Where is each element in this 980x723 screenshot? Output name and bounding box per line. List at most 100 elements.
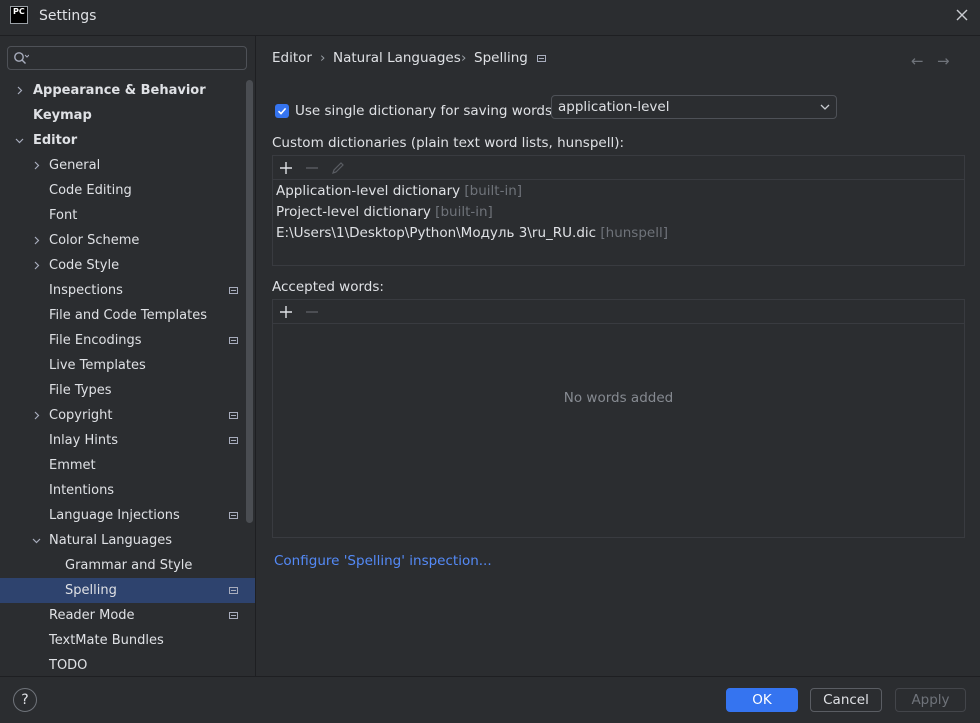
sidebar-item-language-injections[interactable]: Language Injections [0,503,255,528]
list-item[interactable]: Application-level dictionary [built-in] [276,183,522,199]
sidebar-item-label: Appearance & Behavior [33,83,206,98]
sidebar-item-live-templates[interactable]: Live Templates [0,353,255,378]
sidebar-item-label: Code Style [49,258,120,273]
chevron-right-icon[interactable] [32,261,41,270]
sidebar-item-label: Editor [33,133,78,148]
sidebar-item-label: TODO [49,658,88,673]
sidebar-item-todo[interactable]: TODO [0,653,255,676]
settings-search[interactable] [7,46,247,70]
window-title: Settings [39,8,97,24]
sidebar-item-label: Code Editing [49,183,132,198]
sidebar-item-general[interactable]: General [0,153,255,178]
list-item[interactable]: E:\Users\1\Desktop\Python\Модуль 3\ru_RU… [276,225,668,241]
sidebar-item-copyright[interactable]: Copyright [0,403,255,428]
breadcrumb-spelling: Spelling [474,50,528,66]
project-level-icon [229,412,238,419]
settings-tree: Appearance & Behavior Keymap Editor General… [0,78,255,676]
sidebar-item-file-types[interactable]: File Types [0,378,255,403]
accepted-words-label: Accepted words: [272,279,384,295]
sidebar-item-label: Live Templates [49,358,146,373]
sidebar-item-spelling[interactable]: Spelling [0,578,255,603]
accepted-words-panel: No words added [272,299,965,538]
checkmark-icon [277,107,287,115]
forward-arrow-icon[interactable]: → [937,52,950,70]
sidebar-item-grammar-and-style[interactable]: Grammar and Style [0,553,255,578]
breadcrumb-editor[interactable]: Editor [272,50,312,66]
dictionary-level-value: application-level [558,99,670,115]
sidebar-item-label: Natural Languages [49,533,173,548]
breadcrumb-separator: › [461,50,467,66]
apply-button[interactable]: Apply [895,688,966,712]
project-level-icon [229,512,238,519]
chevron-down-icon[interactable] [15,136,24,145]
footer-divider [0,676,980,677]
custom-dictionaries-toolbar [273,156,964,180]
sidebar-item-inspections[interactable]: Inspections [0,278,255,303]
sidebar-item-natural-languages[interactable]: Natural Languages [0,528,255,553]
sidebar-item-emmet[interactable]: Emmet [0,453,255,478]
sidebar-item-inlay-hints[interactable]: Inlay Hints [0,428,255,453]
add-icon[interactable] [278,160,294,176]
project-level-icon [229,437,238,444]
sidebar-item-label: Color Scheme [49,233,140,248]
sidebar-item-label: Keymap [33,108,92,123]
sidebar-item-file-encodings[interactable]: File Encodings [0,328,255,353]
edit-icon[interactable] [330,160,346,176]
sidebar-divider [255,36,256,676]
breadcrumb-separator: › [320,50,326,66]
chevron-down-icon[interactable] [32,536,41,545]
sidebar-item-appearance-behavior[interactable]: Appearance & Behavior [0,78,255,103]
back-arrow-icon[interactable]: ← [911,52,924,70]
remove-icon[interactable] [304,160,320,176]
sidebar-item-label: General [49,158,101,173]
search-icon [14,52,29,64]
custom-dictionaries-label: Custom dictionaries (plain text word lis… [272,135,625,151]
sidebar-item-keymap[interactable]: Keymap [0,103,255,128]
breadcrumb-natural-languages[interactable]: Natural Languages [333,50,461,66]
sidebar-item-label: Language Injections [49,508,180,523]
project-level-icon [229,337,238,344]
sidebar-item-label: Grammar and Style [65,558,193,573]
dictionary-level-select[interactable]: application-level [551,95,837,119]
sidebar-item-code-editing[interactable]: Code Editing [0,178,255,203]
pycharm-logo-icon: PC [10,6,28,24]
remove-icon[interactable] [304,304,320,320]
sidebar-item-label: File Encodings [49,333,142,348]
empty-state-text: No words added [563,390,674,406]
single-dictionary-label[interactable]: Use single dictionary for saving words: [295,103,557,119]
sidebar-scrollbar[interactable] [246,80,253,523]
chevron-right-icon[interactable] [32,236,41,245]
sidebar-item-label: Spelling [65,583,117,598]
list-item[interactable]: Project-level dictionary [built-in] [276,204,493,220]
cancel-button[interactable]: Cancel [810,688,882,712]
chevron-right-icon[interactable] [32,411,41,420]
sidebar-item-editor[interactable]: Editor [0,128,255,153]
sidebar-item-label: Inspections [49,283,123,298]
project-level-icon [229,612,238,619]
sidebar-item-color-scheme[interactable]: Color Scheme [0,228,255,253]
ok-button[interactable]: OK [726,688,798,712]
project-level-icon [537,55,546,62]
custom-dictionaries-panel: Application-level dictionary [built-in] … [272,155,965,266]
sidebar-item-label: File Types [49,383,112,398]
configure-inspection-link[interactable]: Configure 'Spelling' inspection... [274,553,492,569]
sidebar-item-label: Reader Mode [49,608,135,623]
project-level-icon [229,587,238,594]
sidebar-item-textmate-bundles[interactable]: TextMate Bundles [0,628,255,653]
chevron-right-icon[interactable] [15,86,24,95]
search-input[interactable] [34,49,239,67]
help-button[interactable]: ? [13,688,37,712]
sidebar-item-label: TextMate Bundles [49,633,164,648]
sidebar-item-code-style[interactable]: Code Style [0,253,255,278]
single-dictionary-checkbox[interactable] [275,104,289,118]
sidebar-item-reader-mode[interactable]: Reader Mode [0,603,255,628]
chevron-right-icon[interactable] [32,161,41,170]
title-bar: PC Settings [0,0,980,34]
add-icon[interactable] [278,304,294,320]
close-icon[interactable] [952,5,972,25]
sidebar-item-font[interactable]: Font [0,203,255,228]
sidebar-item-label: Copyright [49,408,113,423]
sidebar-item-file-and-code-templates[interactable]: File and Code Templates [0,303,255,328]
sidebar-item-intentions[interactable]: Intentions [0,478,255,503]
title-divider [0,35,980,36]
